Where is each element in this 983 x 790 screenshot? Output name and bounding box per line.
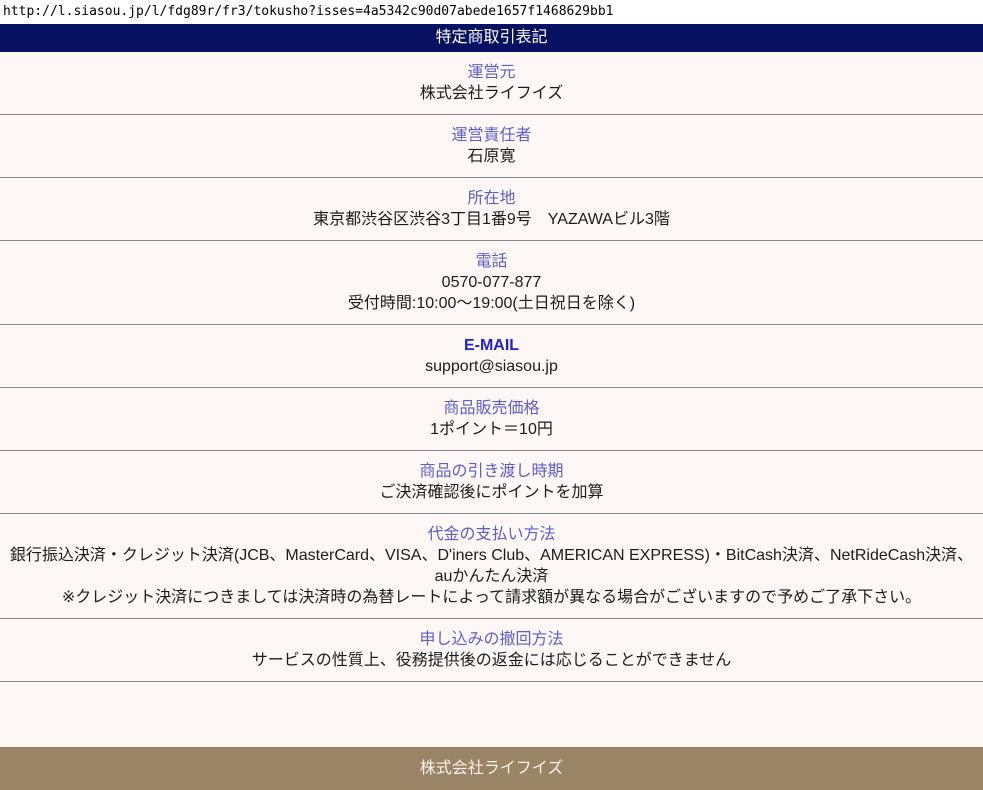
row-content: ご決済確認後にポイントを加算 (4, 482, 979, 503)
row-manager: 運営責任者 石原寛 (0, 115, 983, 178)
row-heading: 運営責任者 (4, 125, 979, 146)
row-email: E-MAIL support@siasou.jp (0, 325, 983, 388)
row-delivery: 商品の引き渡し時期 ご決済確認後にポイントを加算 (0, 451, 983, 514)
footer-company-name: 株式会社ライフイズ (0, 747, 983, 790)
row-content: 株式会社ライフイズ (4, 83, 979, 104)
page-title: 特定商取引表記 (0, 24, 983, 52)
row-heading: E-MAIL (4, 335, 979, 356)
row-address: 所在地 東京都渋谷区渋谷3丁目1番9号 YAZAWAビル3階 (0, 178, 983, 241)
row-phone: 電話 0570-077-877 受付時間:10:00～19:00(土日祝日を除く… (0, 241, 983, 325)
phone-number: 0570-077-877 (4, 272, 979, 293)
row-heading: 商品の引き渡し時期 (4, 461, 979, 482)
payment-note: ※クレジット決済につきましては決済時の為替レートによって請求額が異なる場合がござ… (4, 587, 979, 608)
row-content: サービスの性質上、役務提供後の返金には応じることができません (4, 650, 979, 671)
row-payment: 代金の支払い方法 銀行振込決済・クレジット決済(JCB、MasterCard、V… (0, 514, 983, 619)
row-content: 東京都渋谷区渋谷3丁目1番9号 YAZAWAビル3階 (4, 209, 979, 230)
payment-methods: 銀行振込決済・クレジット決済(JCB、MasterCard、VISA、D'ine… (4, 545, 979, 587)
row-content: 1ポイント＝10円 (4, 419, 979, 440)
row-withdrawal: 申し込みの撤回方法 サービスの性質上、役務提供後の返金には応じることができません (0, 619, 983, 682)
row-heading: 代金の支払い方法 (4, 524, 979, 545)
row-operator: 運営元 株式会社ライフイズ (0, 52, 983, 115)
row-heading: 運営元 (4, 62, 979, 83)
tokusho-page: http://l.siasou.jp/l/fdg89r/fr3/tokusho?… (0, 0, 983, 790)
page-url-text: http://l.siasou.jp/l/fdg89r/fr3/tokusho?… (0, 0, 983, 24)
row-heading: 申し込みの撤回方法 (4, 629, 979, 650)
bottom-spacer (0, 682, 983, 735)
row-heading: 所在地 (4, 188, 979, 209)
row-heading: 商品販売価格 (4, 398, 979, 419)
info-table: 運営元 株式会社ライフイズ 運営責任者 石原寛 所在地 東京都渋谷区渋谷3丁目1… (0, 52, 983, 682)
row-price: 商品販売価格 1ポイント＝10円 (0, 388, 983, 451)
row-content: 石原寛 (4, 146, 979, 167)
row-heading: 電話 (4, 251, 979, 272)
email-address: support@siasou.jp (4, 356, 979, 377)
reception-hours: 受付時間:10:00～19:00(土日祝日を除く) (4, 293, 979, 314)
